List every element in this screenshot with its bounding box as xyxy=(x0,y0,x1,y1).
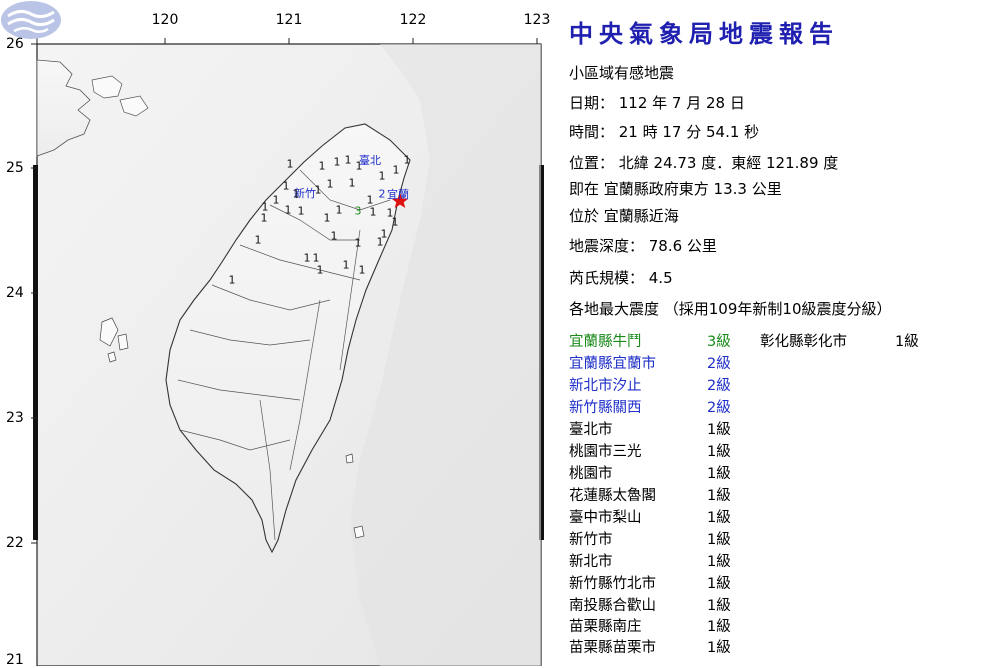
station-name: 桃園市 xyxy=(569,466,613,482)
station-name: 臺中市梨山 xyxy=(569,510,642,526)
intensity-map: 119 120 121 122 123 26 25 24 23 22 21 臺北… xyxy=(0,0,555,668)
intensity-marker: 1 xyxy=(272,193,280,207)
intensity-marker: 1 xyxy=(392,163,400,177)
map-canvas xyxy=(31,38,544,666)
station-level: 1級 xyxy=(707,444,731,460)
station-name: 苗栗縣南庄 xyxy=(569,619,642,635)
station-name: 新竹縣竹北市 xyxy=(569,576,656,592)
intensity-marker: 1 xyxy=(286,157,294,171)
station-level: 1級 xyxy=(707,488,731,504)
city-label-yilan: 宜蘭 xyxy=(387,188,409,201)
map-edge-bar-left xyxy=(33,165,38,540)
intensity-marker: 1 xyxy=(254,233,262,247)
intensity-marker: 1 xyxy=(354,236,362,250)
station-level: 2級 xyxy=(707,400,731,416)
station-level: 1級 xyxy=(707,598,731,614)
station-name: 南投縣合歡山 xyxy=(569,598,656,614)
lat-label: 22 xyxy=(6,535,24,551)
intensity-marker: 1 xyxy=(330,229,338,243)
report-relative-location: 即在 宜蘭縣政府東方 13.3 公里 xyxy=(569,180,782,198)
intensity-marker: 1 xyxy=(376,235,384,249)
station-level: 1級 xyxy=(707,576,731,592)
intensity-marker-level2: 2 xyxy=(378,187,386,201)
intensity-marker: 1 xyxy=(333,155,341,169)
station-level: 1級 xyxy=(707,466,731,482)
report-date: 日期： 112 年 7 月 28 日 xyxy=(569,94,745,112)
station-level: 1級 xyxy=(707,554,731,570)
report-title: 中央氣象局地震報告 xyxy=(569,20,839,48)
intensity-marker: 1 xyxy=(355,159,363,173)
station-name: 臺北市 xyxy=(569,422,613,438)
report-time: 時間： 21 時 17 分 54.1 秒 xyxy=(569,123,760,141)
station-name: 彰化縣彰化市 xyxy=(760,334,847,350)
intensity-marker-level3: 3 xyxy=(354,204,362,218)
report-depth: 地震深度： 78.6 公里 xyxy=(569,237,717,255)
intensity-marker: 1 xyxy=(378,169,386,183)
lon-label: 120 xyxy=(151,12,179,28)
intensity-marker: 1 xyxy=(391,215,399,229)
lat-label: 23 xyxy=(6,410,24,426)
station-level: 2級 xyxy=(707,378,731,394)
report-intensity-header: 各地最大震度 （採用109年新制10級震度分級） xyxy=(569,300,892,318)
lon-label: 123 xyxy=(523,12,551,28)
station-name: 桃園市三光 xyxy=(569,444,642,460)
intensity-marker: 1 xyxy=(344,153,352,167)
station-name: 宜蘭縣宜蘭市 xyxy=(569,356,656,372)
station-level: 3級 xyxy=(707,334,731,350)
cwb-logo-icon xyxy=(1,1,61,39)
station-name: 苗栗縣苗栗市 xyxy=(569,640,656,656)
intensity-marker: 1 xyxy=(292,187,300,201)
intensity-marker: 1 xyxy=(335,203,343,217)
station-name: 新竹市 xyxy=(569,532,613,548)
intensity-marker: 1 xyxy=(284,203,292,217)
report-panel: 中央氣象局地震報告 小區域有感地震 日期： 112 年 7 月 28 日 時間：… xyxy=(565,0,995,666)
station-name: 新北市汐止 xyxy=(569,378,642,394)
intensity-marker: 1 xyxy=(316,263,324,277)
report-position: 位置： 北緯 24.73 度．東經 121.89 度 xyxy=(569,154,839,172)
station-name: 新竹縣關西 xyxy=(569,400,642,416)
lat-label: 25 xyxy=(6,160,24,176)
station-level: 2級 xyxy=(707,356,731,372)
report-subtitle: 小區域有感地震 xyxy=(569,64,675,82)
intensity-marker: 1 xyxy=(348,176,356,190)
intensity-marker: 1 xyxy=(260,211,268,225)
station-name: 花蓮縣太魯閣 xyxy=(569,488,656,504)
intensity-marker: 1 xyxy=(318,159,326,173)
intensity-marker: 1 xyxy=(403,153,411,167)
station-level: 1級 xyxy=(707,422,731,438)
intensity-marker: 1 xyxy=(314,183,322,197)
lon-label: 121 xyxy=(275,12,303,28)
intensity-marker: 1 xyxy=(358,263,366,277)
intensity-marker: 1 xyxy=(326,177,334,191)
intensity-marker: 1 xyxy=(323,211,331,225)
lat-label: 24 xyxy=(6,285,24,301)
station-name: 新北市 xyxy=(569,554,613,570)
station-level: 1級 xyxy=(707,619,731,635)
report-magnitude: 芮氏規模： 4.5 xyxy=(569,269,673,287)
station-level: 1級 xyxy=(707,532,731,548)
intensity-marker: 1 xyxy=(282,179,290,193)
intensity-marker: 1 xyxy=(369,205,377,219)
station-name: 宜蘭縣牛鬥 xyxy=(569,334,642,350)
report-location: 位於 宜蘭縣近海 xyxy=(569,207,679,225)
intensity-marker: 1 xyxy=(303,251,311,265)
station-level: 1級 xyxy=(707,640,731,656)
lon-label: 122 xyxy=(399,12,427,28)
intensity-marker: 1 xyxy=(297,204,305,218)
station-level: 1級 xyxy=(707,510,731,526)
intensity-marker: 1 xyxy=(228,273,236,287)
intensity-marker: 1 xyxy=(342,258,350,272)
station-level: 1級 xyxy=(895,334,919,350)
